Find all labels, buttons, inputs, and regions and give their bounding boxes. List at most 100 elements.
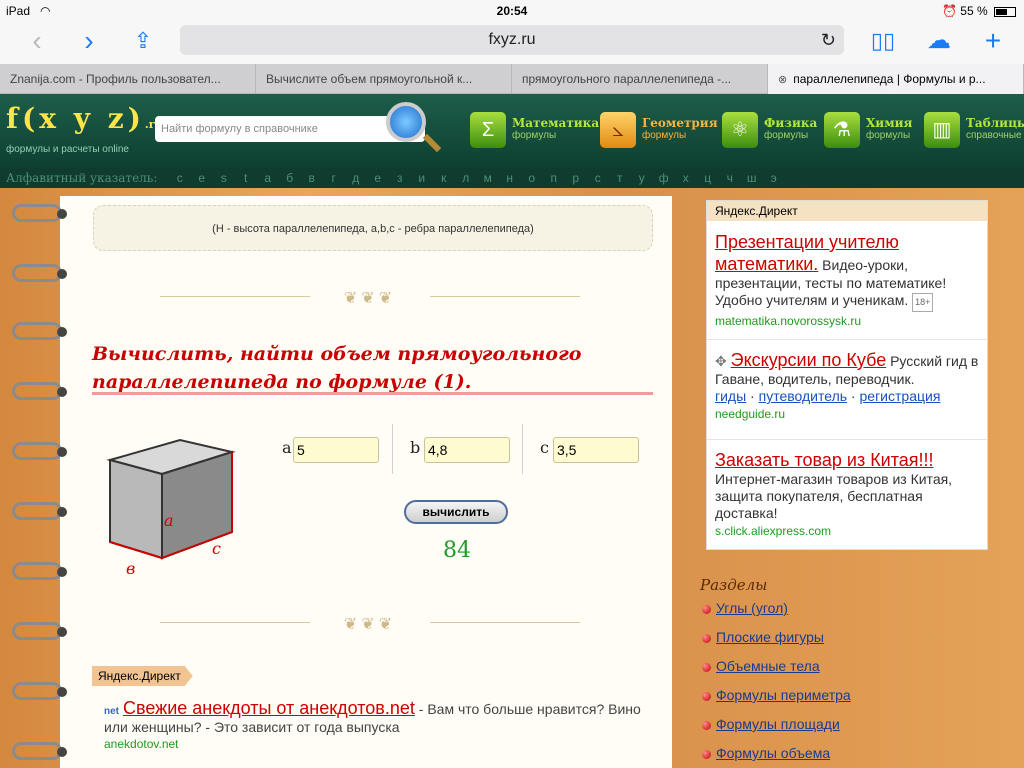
- field-label-c: c: [540, 438, 549, 457]
- alphabet-letter[interactable]: ш: [741, 168, 763, 188]
- alphabet-letter[interactable]: к: [433, 168, 455, 188]
- forward-icon[interactable]: ›: [72, 24, 106, 58]
- bottom-ad: net Свежие анекдоты от анекдотов.net - Ва…: [104, 698, 644, 751]
- nav-title: Физика: [764, 116, 818, 130]
- alphabet-letter[interactable]: e: [191, 168, 213, 188]
- calculate-button[interactable]: вычислить: [404, 500, 508, 524]
- alphabet-letter[interactable]: ц: [697, 168, 719, 188]
- battery-indicator: ⏰ 55 %: [942, 4, 1016, 18]
- share-icon[interactable]: ⇪: [126, 24, 160, 58]
- alphabet-letters: cestабвгдезиклмнопрстуфхцчшэ: [169, 171, 785, 185]
- search-input[interactable]: Найти формулу в справочнике: [155, 116, 425, 142]
- ad-domain-link[interactable]: needguide.ru: [715, 407, 785, 421]
- section-link-area[interactable]: Формулы площади: [702, 716, 840, 732]
- alphabet-letter[interactable]: ч: [719, 168, 741, 188]
- alphabet-letter[interactable]: s: [213, 168, 235, 188]
- clock: 20:54: [496, 4, 528, 18]
- books-icon: ▥: [924, 112, 960, 148]
- ad-sublink-guides[interactable]: гиды: [715, 388, 746, 404]
- reload-icon[interactable]: ↻: [821, 25, 836, 55]
- edge-label-c: c: [212, 539, 221, 558]
- section-link-perimeter[interactable]: Формулы периметра: [702, 687, 851, 703]
- battery-percent: 55 %: [960, 4, 988, 18]
- ad-text: Интернет-магазин товаров из Китая, защит…: [715, 471, 953, 521]
- spiral-ring: [12, 502, 67, 520]
- status-bar: iPad ◠ 20:54 ⏰ 55 %: [0, 0, 1024, 22]
- tab-calc-volume[interactable]: Вычислите объем прямоугольной к...: [256, 64, 512, 94]
- bookmarks-icon[interactable]: ▯▯: [866, 24, 900, 58]
- alphabet-letter[interactable]: э: [763, 168, 785, 188]
- alphabet-letter[interactable]: д: [345, 168, 367, 188]
- alphabet-letter[interactable]: ф: [653, 168, 675, 188]
- section-link-volume[interactable]: Формулы объема: [702, 745, 830, 761]
- ad-title-link[interactable]: Заказать товар из Китая!!!: [715, 450, 934, 470]
- alphabet-letter[interactable]: з: [389, 168, 411, 188]
- alphabet-letter[interactable]: т: [609, 168, 631, 188]
- ad-sublink-registration[interactable]: регистрация: [860, 388, 941, 404]
- yandex-direct-tag: Яндекс.Директ: [92, 666, 193, 686]
- nav-subtitle: формулы: [642, 130, 687, 141]
- section-link-plane-figures[interactable]: Плоские фигуры: [702, 629, 824, 645]
- new-tab-icon[interactable]: +: [976, 24, 1010, 58]
- nav-subtitle: формулы: [866, 130, 911, 141]
- ad-separator: [707, 339, 987, 340]
- input-c[interactable]: 3,5: [553, 437, 639, 463]
- cuboid-illustration: a в c: [106, 438, 236, 578]
- tab-label: Znanija.com - Профиль пользовател...: [10, 72, 221, 86]
- calculator-title: Вычислить, найти объем прямоугольного па…: [92, 343, 582, 393]
- site-logo[interactable]: f(x y z).ru: [6, 102, 163, 135]
- input-a[interactable]: 5: [293, 437, 379, 463]
- edge-label-a: a: [164, 511, 174, 530]
- alphabet-letter[interactable]: е: [367, 168, 389, 188]
- ad-sublink-guidebook[interactable]: путеводитель: [759, 388, 847, 404]
- alphabet-letter[interactable]: н: [499, 168, 521, 188]
- alarm-icon: ⏰: [942, 4, 957, 18]
- title-underline: [92, 392, 653, 395]
- alphabet-letter[interactable]: у: [631, 168, 653, 188]
- ad-domain-link[interactable]: s.click.aliexpress.com: [715, 524, 831, 538]
- section-link-angles[interactable]: Углы (угол): [702, 600, 788, 616]
- spiral-ring: [12, 322, 67, 340]
- url-bar[interactable]: fxyz.ru ↻: [180, 25, 844, 55]
- tab-znanija[interactable]: Znanija.com - Профиль пользовател...: [0, 64, 256, 94]
- ad-separator: [707, 439, 987, 440]
- spiral-ring: [12, 264, 67, 282]
- alphabet-letter[interactable]: л: [455, 168, 477, 188]
- alphabet-letter[interactable]: х: [675, 168, 697, 188]
- ad-item-cuba: ✥ Экскурсии по Кубе Русский гид в Гаване…: [715, 350, 979, 421]
- spiral-ring: [12, 382, 67, 400]
- alphabet-letter[interactable]: о: [521, 168, 543, 188]
- ad-title-link[interactable]: Экскурсии по Кубе: [731, 350, 887, 370]
- age-badge: 18+: [912, 293, 934, 312]
- back-icon[interactable]: ‹: [20, 24, 54, 58]
- alphabet-letter[interactable]: c: [169, 168, 191, 188]
- alphabet-letter[interactable]: м: [477, 168, 499, 188]
- alphabet-letter[interactable]: б: [279, 168, 301, 188]
- ad-title-link[interactable]: Свежие анекдоты от анекдотов.net: [123, 698, 415, 718]
- nav-subtitle: формулы: [764, 130, 809, 141]
- close-tab-icon[interactable]: ⊗: [778, 65, 787, 94]
- battery-icon: [994, 6, 1016, 17]
- alphabet-letter[interactable]: и: [411, 168, 433, 188]
- section-link-solids[interactable]: Объемные тела: [702, 658, 820, 674]
- ad-domain-link[interactable]: matematika.novorossysk.ru: [715, 314, 861, 328]
- icloud-tabs-icon[interactable]: ☁: [922, 24, 956, 58]
- alphabet-letter[interactable]: п: [543, 168, 565, 188]
- alphabet-letter[interactable]: р: [565, 168, 587, 188]
- logo-subtitle: формулы и расчеты online: [6, 144, 129, 155]
- tab-parallelepiped[interactable]: прямоугольного параллелепипеда -...: [512, 64, 768, 94]
- input-b[interactable]: 4,8: [424, 437, 510, 463]
- tab-label: Вычислите объем прямоугольной к...: [266, 72, 473, 86]
- search-icon[interactable]: [386, 102, 426, 142]
- ad-domain-link[interactable]: anekdotov.net: [104, 737, 644, 751]
- ad-marker-icon: ✥: [715, 353, 727, 369]
- field-separator: [522, 424, 523, 474]
- ad-panel-header: Яндекс.Директ: [707, 201, 987, 221]
- alphabet-letter[interactable]: t: [235, 168, 257, 188]
- alphabet-letter[interactable]: с: [587, 168, 609, 188]
- alphabet-letter[interactable]: в: [301, 168, 323, 188]
- tab-active-formulas[interactable]: ⊗ параллелепипеда | Формулы и р...: [768, 64, 1024, 94]
- spiral-ring: [12, 442, 67, 460]
- alphabet-letter[interactable]: а: [257, 168, 279, 188]
- alphabet-letter[interactable]: г: [323, 168, 345, 188]
